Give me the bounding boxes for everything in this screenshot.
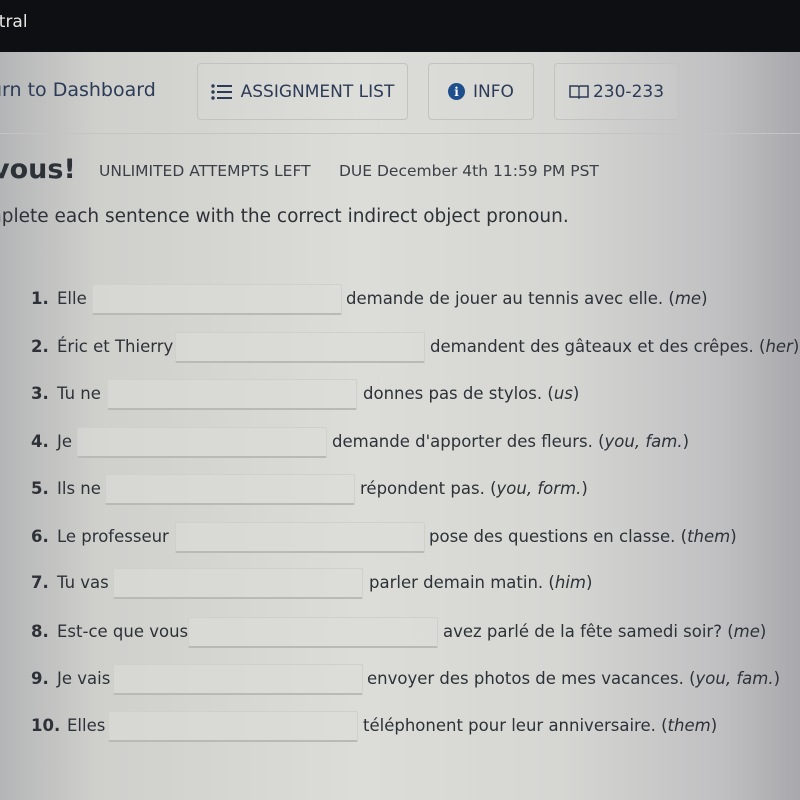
sentence-end: téléphonent pour leur anniversaire. (the…: [363, 716, 717, 735]
sentence-end-text: téléphonent pour leur anniversaire.: [363, 716, 656, 735]
hint-close: ): [701, 289, 708, 308]
pronoun-hint: them: [667, 716, 711, 735]
pronoun-answer-input[interactable]: [77, 427, 327, 458]
sentence-end: demande de jouer au tennis avec elle. (m…: [346, 289, 708, 308]
hint-close: ): [730, 527, 737, 546]
pronoun-hint: me: [733, 622, 760, 641]
return-to-dashboard-link[interactable]: urn to Dashboard: [0, 79, 156, 101]
sentence-end-text: envoyer des photos de mes vacances.: [367, 669, 684, 688]
question-row: 4. Je demande d'apporter des fleurs. (you,…: [0, 427, 800, 459]
question-row: 5. Ils ne répondent pas. (you, form.): [0, 474, 800, 506]
sentence-start: Tu vas: [57, 573, 109, 592]
sentence-end-text: répondent pas.: [360, 479, 485, 498]
sentence-start: Elle: [57, 289, 87, 308]
hint-close: ): [710, 716, 718, 735]
question-number: 5.: [31, 479, 49, 498]
sentence-end: demandent des gâteaux et des crêpes. (he…: [430, 337, 799, 356]
attempts-left: UNLIMITED ATTEMPTS LEFT: [99, 162, 311, 180]
sentence-end: envoyer des photos de mes vacances. (you…: [367, 669, 780, 688]
sentence-end-text: avez parlé de la fête samedi soir?: [443, 622, 722, 641]
question-number: 6.: [31, 527, 49, 546]
question-number: 2.: [31, 337, 49, 356]
question-number: 1.: [31, 289, 49, 308]
question-number: 4.: [31, 432, 49, 451]
question-row: 8. Est-ce que vous avez parlé de la fête s…: [0, 617, 800, 649]
question-row: 10. Elles téléphonent pour leur anniversai…: [0, 711, 800, 743]
question-number: 9.: [31, 669, 49, 688]
sentence-end: pose des questions en classe. (them): [429, 527, 737, 546]
sentence-end-text: pose des questions en classe.: [429, 527, 676, 546]
pronoun-hint: you, form.: [496, 479, 582, 498]
pronoun-hint: her: [765, 337, 793, 356]
sentence-end-text: demande de jouer au tennis avec elle.: [346, 289, 664, 308]
question-row: 1. Elle demande de jouer au tennis avec el…: [0, 284, 800, 316]
hint-close: ): [759, 622, 767, 641]
assignment-page: urn to Dashboard ASSIGNMENT LIST i INFO: [0, 52, 800, 800]
instructions: nplete each sentence with the correct in…: [0, 206, 569, 227]
pronoun-hint: me: [674, 289, 702, 308]
hint-close: ): [572, 384, 580, 403]
sentence-start: Tu ne: [57, 384, 101, 403]
pronoun-answer-input[interactable]: [113, 664, 363, 695]
pronoun-hint: you, fam.: [695, 669, 774, 688]
sentence-start: Éric et Thierry: [57, 337, 174, 356]
sentence-start: Je vais: [57, 669, 111, 688]
pronoun-answer-input[interactable]: [175, 332, 425, 363]
pronoun-answer-input[interactable]: [107, 379, 357, 410]
pronoun-answer-input[interactable]: [188, 617, 438, 648]
assignment-list-button[interactable]: ASSIGNMENT LIST: [197, 63, 408, 120]
pronoun-answer-input[interactable]: [175, 522, 425, 553]
sentence-start: Ils ne: [57, 479, 101, 498]
question-row: 9. Je vais envoyer des photos de mes vacan…: [0, 664, 800, 696]
assignment-list-label: ASSIGNMENT LIST: [240, 81, 395, 102]
hint-close: ): [792, 337, 800, 356]
sentence-start: Est-ce que vous: [57, 622, 189, 641]
hint-close: ): [585, 573, 593, 592]
info-label: INFO: [473, 81, 514, 102]
question-number: 8.: [31, 622, 49, 641]
sentence-end-text: donnes pas de stylos.: [363, 384, 543, 403]
pronoun-hint: him: [554, 573, 586, 592]
sentence-end: parler demain matin. (him): [369, 573, 592, 592]
due-date: DUE December 4th 11:59 PM PST: [339, 162, 599, 180]
sentence-end-text: demandent des gâteaux et des crêpes.: [430, 337, 754, 356]
assignment-title: vous!: [0, 154, 76, 185]
question-row: 2. Éric et Thierry demandent des gâteaux e…: [0, 332, 800, 364]
pronoun-hint: them: [687, 527, 731, 546]
assignment-nav: urn to Dashboard ASSIGNMENT LIST i INFO: [0, 52, 800, 134]
pronoun-answer-input[interactable]: [113, 568, 363, 599]
info-button[interactable]: i INFO: [428, 63, 534, 120]
sentence-end: avez parlé de la fête samedi soir? (me): [443, 622, 766, 641]
question-row: 3. Tu ne donnes pas de stylos. (us): [0, 379, 800, 411]
info-icon: i: [448, 83, 466, 100]
pronoun-hint: you, fam.: [604, 432, 683, 451]
pronoun-answer-input[interactable]: [108, 711, 358, 742]
sentence-start: Je: [57, 432, 73, 451]
sentence-end-text: demande d'apporter des fleurs.: [332, 432, 593, 451]
hint-close: ): [773, 669, 780, 688]
question-row: 6. Le professeur pose des questions en cla…: [0, 522, 800, 554]
sentence-end: répondent pas. (you, form.): [360, 479, 588, 498]
pronoun-answer-input[interactable]: [105, 474, 355, 505]
sentence-end: donnes pas de stylos. (us): [363, 384, 579, 403]
app-header-bar: ntral: [0, 0, 800, 52]
question-number: 10.: [31, 716, 61, 735]
question-number: 3.: [31, 384, 49, 403]
book-icon: [569, 84, 589, 99]
pages-label: 230-233: [592, 81, 665, 102]
hint-close: ): [581, 479, 588, 498]
assignment-title-row: vous! UNLIMITED ATTEMPTS LEFT DUE Decemb…: [0, 152, 800, 192]
pronoun-hint: us: [553, 384, 573, 403]
sentence-end-text: parler demain matin.: [369, 573, 544, 592]
sentence-start: Elles: [67, 716, 106, 735]
app-name: ntral: [0, 12, 28, 32]
question-row: 7. Tu vas parler demain matin. (him): [0, 568, 800, 600]
textbook-pages-button[interactable]: 230-233: [554, 63, 679, 120]
list-icon: [210, 83, 233, 100]
question-number: 7.: [31, 573, 49, 592]
hint-close: ): [682, 432, 689, 451]
pronoun-answer-input[interactable]: [92, 284, 342, 315]
sentence-end: demande d'apporter des fleurs. (you, fam…: [332, 432, 689, 451]
sentence-start: Le professeur: [57, 527, 169, 546]
